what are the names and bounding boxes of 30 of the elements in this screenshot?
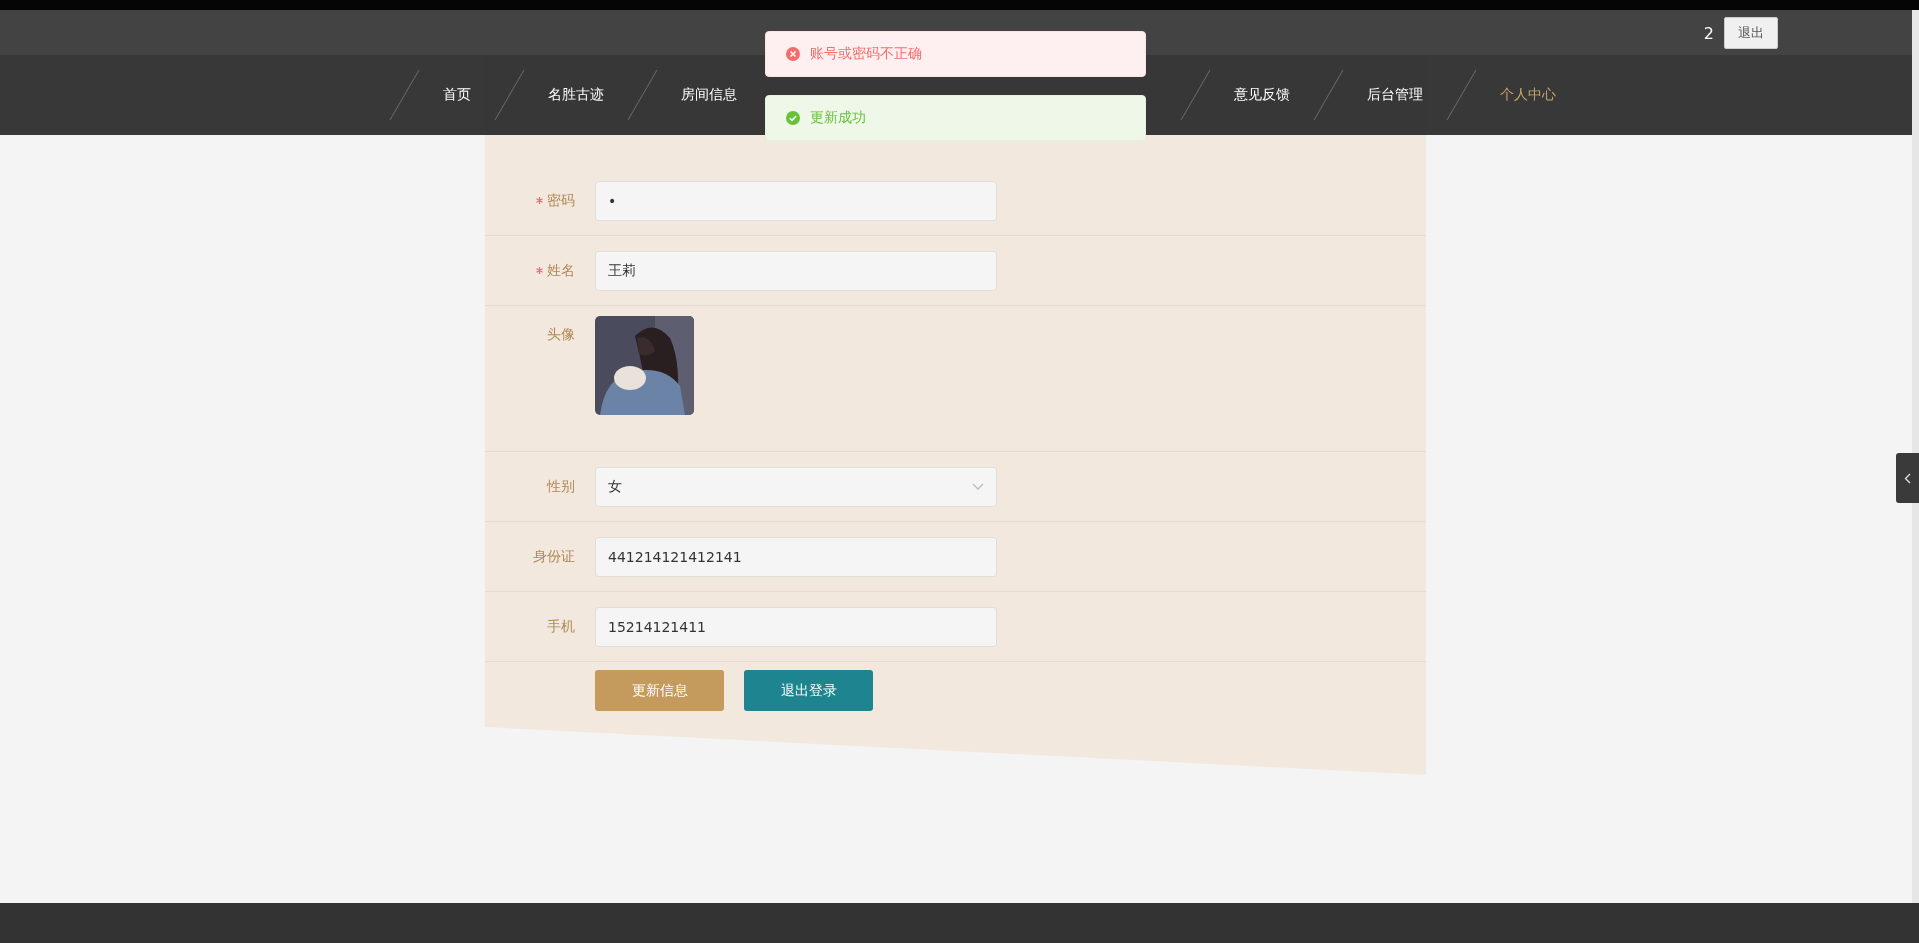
input-field[interactable]: 王莉 xyxy=(595,250,997,291)
nav-link[interactable]: 个人中心 xyxy=(1500,86,1556,104)
field-label: 手机 xyxy=(547,617,575,636)
nav-link[interactable]: 名胜古迹 xyxy=(548,86,604,104)
nav-link[interactable]: 首页 xyxy=(443,86,471,104)
side-tab[interactable] xyxy=(1896,453,1919,503)
chevron-down-icon xyxy=(972,482,984,491)
nav-link[interactable]: 房间信息 xyxy=(681,86,737,104)
nav-link[interactable]: 意见反馈 xyxy=(1234,86,1290,104)
select-field[interactable]: 女 xyxy=(595,466,997,507)
field-label: 性别 xyxy=(547,477,575,496)
username: 2 xyxy=(1703,23,1714,43)
logout-button[interactable]: 退出登录 xyxy=(744,670,873,711)
field-label: 头像 xyxy=(547,326,575,344)
field-label: 身份证 xyxy=(533,547,575,566)
field-label: 密码 xyxy=(547,191,575,210)
required-icon xyxy=(536,267,543,274)
chevron-left-icon xyxy=(1904,472,1911,484)
input-field[interactable]: • xyxy=(595,180,997,221)
error-icon xyxy=(786,47,800,61)
logout-button[interactable]: 退出 xyxy=(1724,17,1778,49)
nav-link[interactable]: 后台管理 xyxy=(1367,86,1423,104)
toast-text: 更新成功 xyxy=(810,109,866,127)
required-icon xyxy=(536,197,543,204)
input-field[interactable]: 441214121412141 xyxy=(595,536,997,577)
check-icon xyxy=(786,111,800,125)
scrollbar[interactable] xyxy=(1912,10,1919,903)
input-field[interactable]: 15214121411 xyxy=(595,606,997,647)
field-label: 姓名 xyxy=(547,261,575,280)
toast-text: 账号或密码不正确 xyxy=(810,45,922,63)
